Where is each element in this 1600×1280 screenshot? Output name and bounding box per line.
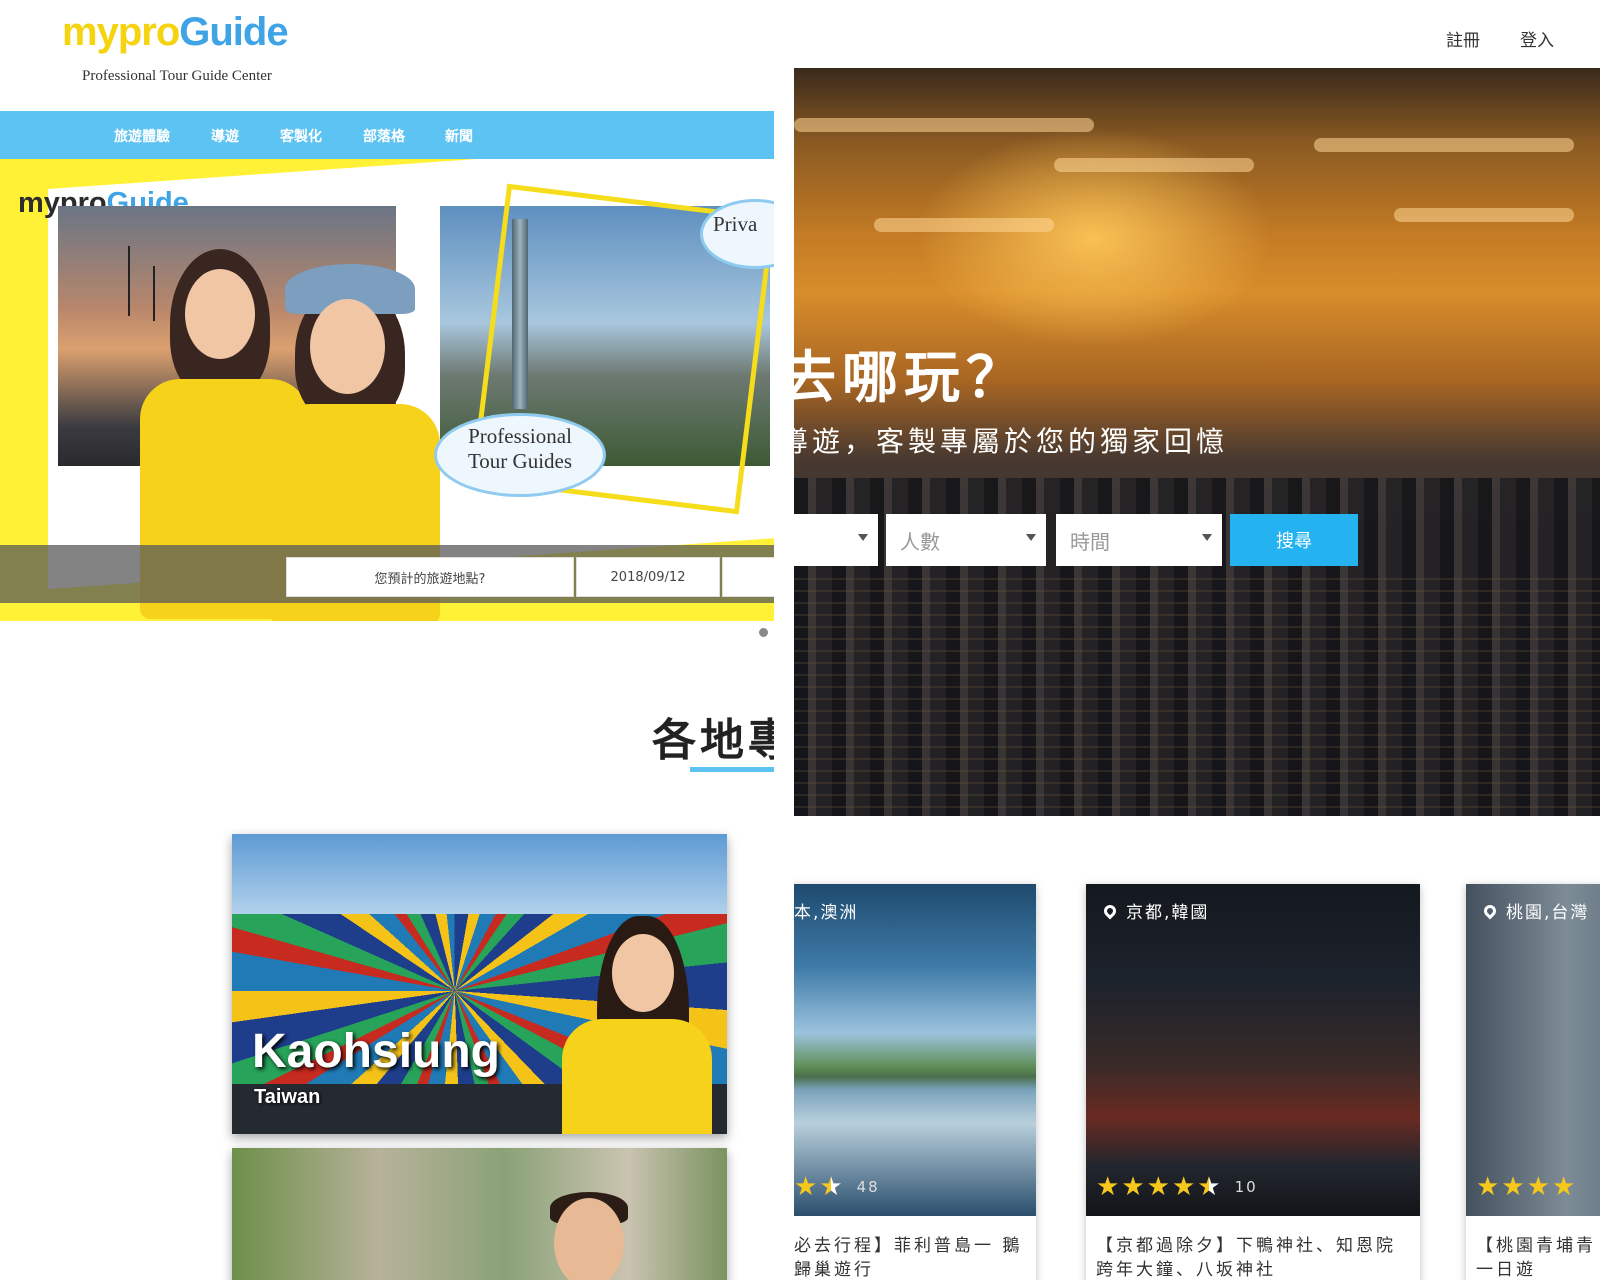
rating: ★ ★ ★ ★ ★ 10 — [1096, 1174, 1258, 1200]
rating-count: 48 — [856, 1178, 880, 1196]
section-underline — [690, 767, 774, 772]
tour-card-title[interactable]: 【京都過除夕】下鴨神社、知恩院跨年大鐘、八坂神社 — [1096, 1234, 1406, 1280]
date-input[interactable]: 2018/09/12 — [576, 557, 720, 597]
time-select[interactable]: 時間 — [1056, 514, 1222, 566]
location-text: 桃園,台灣 — [1506, 903, 1590, 923]
main-nav: 旅遊體驗 導遊 客製化 部落格 新聞 — [0, 111, 774, 159]
star-icon: ★ — [1551, 1172, 1576, 1202]
destination-card-taroko[interactable] — [232, 1148, 727, 1280]
logo-tagline: Professional Tour Guide Center — [82, 68, 272, 84]
people-select[interactable]: 人數 — [886, 514, 1046, 566]
time-placeholder: 時間 — [1070, 530, 1110, 554]
rating: ★ ★ ★ ★ — [1476, 1174, 1577, 1200]
star-icon: ★ — [1096, 1172, 1120, 1202]
destination-input[interactable]: 您預計的旅遊地點? — [286, 557, 574, 597]
star-icon: ★ — [1121, 1172, 1145, 1202]
comparison-screenshot: myproGuide Professional Tour Guide Cente… — [0, 0, 1600, 1280]
star-half-icon: ★ — [1197, 1172, 1221, 1202]
location-pin-icon — [1481, 902, 1499, 919]
tour-card[interactable]: 京都,韓國 ★ ★ ★ ★ ★ 10 【京都過除夕】下鴨神社、知恩院跨年大鐘、八坂神社 — [1086, 884, 1420, 1280]
new-site-panel: 註冊 登入 去哪玩？ 導遊，客製專屬於您的獨家回憶 人數 時間 搜尋 本,澳洲 … — [794, 0, 1600, 1280]
hero-sunset-banner: 去哪玩？ 導遊，客製專屬於您的獨家回憶 人數 時間 搜尋 — [794, 68, 1600, 816]
people-placeholder: 人數 — [900, 530, 940, 554]
nav-item-blog[interactable]: 部落格 — [363, 126, 405, 146]
hero-search-bar: 您預計的旅遊地點? 2018/09/12 — [0, 545, 774, 603]
star-icon: ★ — [1501, 1172, 1525, 1202]
star-icon: ★ — [1476, 1172, 1500, 1202]
chevron-down-icon — [858, 534, 868, 541]
chevron-down-icon — [1026, 534, 1036, 541]
carousel-dot[interactable] — [759, 628, 768, 637]
nav-item-guides[interactable]: 導遊 — [211, 126, 239, 146]
hero-headline: 去哪玩？ — [794, 346, 1028, 411]
star-half-icon: ★ — [819, 1172, 843, 1202]
star-icon: ★ — [1146, 1172, 1170, 1202]
hero-subline: 導遊，客製專屬於您的獨家回憶 — [794, 425, 1229, 458]
rating: ★ ★ 48 — [794, 1174, 880, 1200]
tour-card-location: 京都,韓國 — [1101, 898, 1210, 923]
star-icon: ★ — [1526, 1172, 1550, 1202]
bubble-line-1: Professional — [468, 424, 572, 448]
chevron-down-icon — [1202, 534, 1212, 541]
destination-city: Kaohsiung — [252, 1025, 500, 1078]
nav-item-experiences[interactable]: 旅遊體驗 — [114, 126, 170, 146]
star-icon: ★ — [794, 1172, 818, 1202]
logo-guide: Guide — [179, 10, 288, 54]
star-icon: ★ — [1171, 1172, 1196, 1202]
location-pin-icon — [1101, 902, 1119, 919]
tour-card-image — [1086, 884, 1420, 1216]
login-link[interactable]: 登入 — [1520, 26, 1554, 51]
register-link[interactable]: 註冊 — [1446, 26, 1480, 51]
location-text: 京都,韓國 — [1126, 903, 1210, 923]
destination-country: Taiwan — [254, 1086, 321, 1108]
search-button[interactable]: 搜尋 — [1230, 514, 1358, 566]
site-logo[interactable]: myproGuide Professional Tour Guide Cente… — [62, 10, 322, 90]
tour-card-location: 本,澳洲 — [794, 898, 858, 923]
section-title: 各地專 — [652, 715, 774, 766]
location-text: 本,澳洲 — [794, 903, 859, 923]
nav-item-news[interactable]: 新聞 — [445, 126, 473, 146]
tour-card[interactable]: 桃園,台灣 ★ ★ ★ ★ 【桃園青埔青 一日遊 — [1466, 884, 1600, 1280]
tour-card-image — [1466, 884, 1600, 1216]
tour-card-title[interactable]: 必去行程】菲利普島一 鵝歸巢遊行 — [794, 1234, 1034, 1280]
tour-card-title[interactable]: 【桃園青埔青 一日遊 — [1476, 1234, 1600, 1280]
bubble-line-2: Tour Guides — [467, 449, 573, 473]
hero-banner: myproGuide Professional Tour Guides Priv… — [0, 159, 774, 621]
nav-item-custom[interactable]: 客製化 — [280, 126, 322, 146]
top-nav: 註冊 登入 — [794, 26, 1600, 56]
extra-input[interactable] — [722, 557, 774, 597]
rating-count: 10 — [1234, 1178, 1258, 1196]
professional-guides-bubble: Professional Tour Guides — [434, 413, 606, 497]
tour-card-location: 桃園,台灣 — [1481, 898, 1590, 923]
destination-card-kaohsiung[interactable]: Kaohsiung Taiwan — [232, 834, 727, 1134]
destination-select[interactable] — [794, 514, 878, 566]
logo-mypro: mypro — [62, 10, 180, 54]
old-site-panel: myproGuide Professional Tour Guide Cente… — [0, 0, 774, 1280]
tour-card[interactable]: 本,澳洲 ★ ★ 48 必去行程】菲利普島一 鵝歸巢遊行 — [794, 884, 1036, 1280]
tour-card-image — [794, 884, 1036, 1216]
